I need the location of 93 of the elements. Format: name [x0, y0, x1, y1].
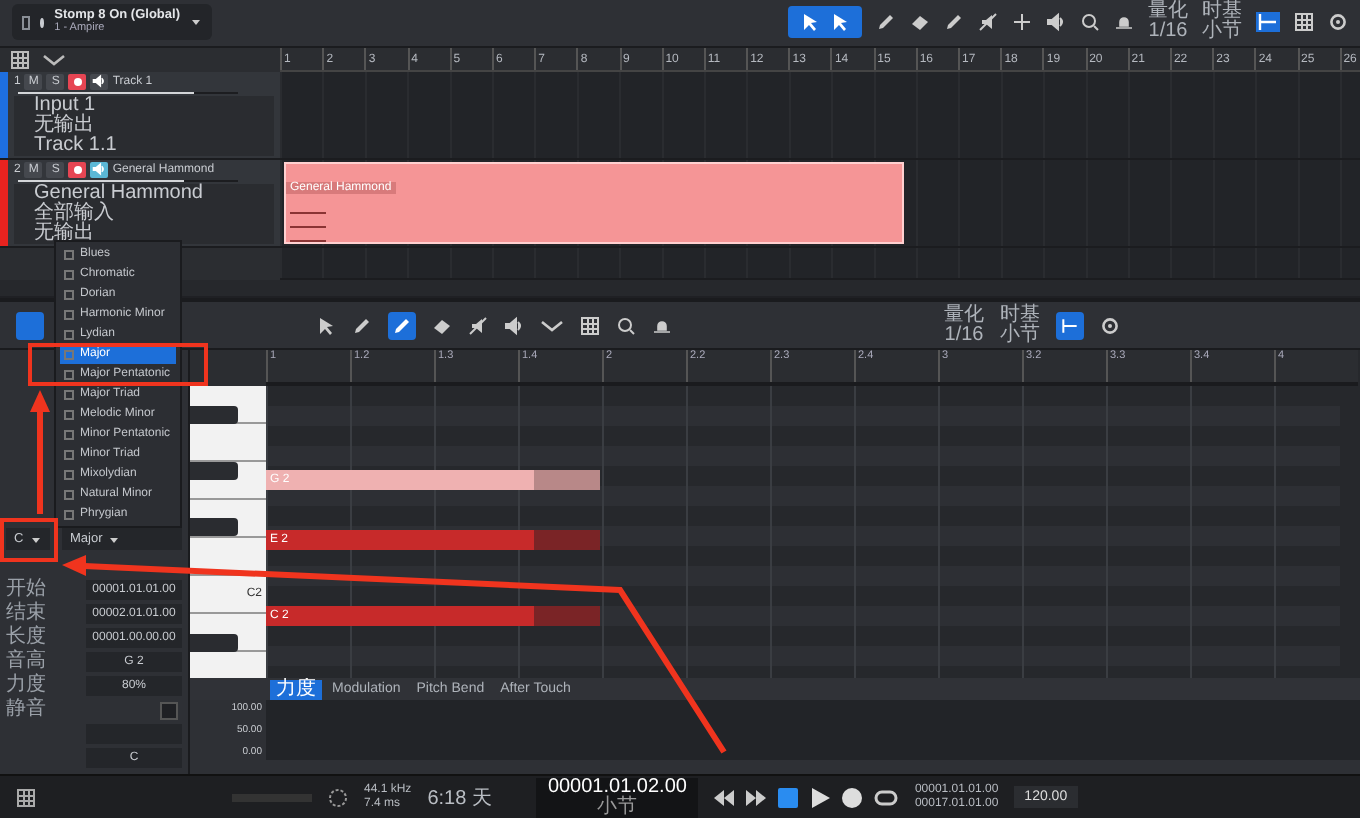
forward-icon[interactable]: [746, 789, 767, 806]
annotation-frame: [0, 518, 58, 562]
menu-check-box: [64, 509, 74, 519]
quantize-label: 量化: [944, 305, 984, 326]
note-mark: [290, 211, 326, 214]
vertical-scrollbar[interactable]: [1340, 386, 1360, 679]
eraser-icon[interactable]: [432, 315, 452, 336]
record-button[interactable]: [68, 161, 87, 178]
quantize-label: 量化: [1148, 2, 1188, 23]
loop-icon[interactable]: [874, 787, 899, 808]
timebase-value[interactable]: 小节: [1202, 22, 1242, 43]
menu-check-box: [64, 269, 74, 279]
menu-check-box: [64, 469, 74, 479]
editor-toggle-button[interactable]: [16, 311, 44, 340]
property-label: 结束: [6, 604, 48, 625]
bend-tool-icon[interactable]: [42, 49, 66, 70]
sharp-key[interactable]: [190, 462, 238, 481]
property-label: 开始: [6, 580, 48, 601]
grid-icon[interactable]: [580, 315, 600, 336]
stop-icon[interactable]: [778, 787, 799, 808]
record-dot-icon: [73, 165, 82, 174]
grid-icon[interactable]: [1294, 12, 1314, 33]
menu-check-box: [64, 449, 74, 459]
arrow-tool-icon[interactable]: [316, 315, 336, 336]
snap-icon[interactable]: [1056, 311, 1084, 340]
timebase-value[interactable]: 小节: [1000, 325, 1040, 346]
record-dot-icon: [73, 77, 82, 86]
menu-check-box: [64, 349, 74, 359]
arrow-tool-icon[interactable]: [830, 12, 850, 33]
caret-icon: [108, 533, 121, 546]
eraser-icon[interactable]: [910, 12, 930, 33]
pencil-icon[interactable]: [352, 315, 372, 336]
track-io-field[interactable]: Track 1.1: [14, 135, 274, 156]
menu-check-box: [64, 489, 74, 499]
settings-icon[interactable]: [1100, 315, 1120, 336]
arrow-tool-icon[interactable]: [800, 12, 820, 33]
annotation-arrow: [30, 390, 50, 514]
grid-icon[interactable]: [10, 49, 30, 70]
menu-check-box: [64, 429, 74, 439]
timebase-label: 时基: [1202, 2, 1242, 23]
menu-check-box: [64, 329, 74, 339]
rewind-icon[interactable]: [714, 789, 735, 806]
record-time: 6:18 天: [427, 785, 492, 812]
search-icon[interactable]: [1080, 12, 1100, 33]
grid-icon[interactable]: [16, 787, 36, 808]
record-icon[interactable]: [842, 787, 863, 808]
record-button[interactable]: [68, 73, 87, 90]
track-io-field[interactable]: General Hammond: [14, 183, 274, 204]
menu-check-box: [64, 249, 74, 259]
search-icon[interactable]: [616, 315, 636, 336]
quantize-value[interactable]: 1/16: [1148, 22, 1188, 43]
timebase-label: 时基: [1000, 305, 1040, 326]
quantize-value[interactable]: 1/16: [944, 325, 984, 346]
bend-tool-icon[interactable]: [540, 315, 564, 336]
menu-check-box: [64, 389, 74, 399]
menu-check-box: [64, 369, 74, 379]
sharp-key[interactable]: [190, 634, 238, 653]
listen-tool-icon[interactable]: [652, 315, 672, 336]
menu-check-box: [64, 289, 74, 299]
position-unit: 小节: [597, 797, 638, 818]
track-io-field[interactable]: 无输出: [14, 115, 274, 136]
mute-checkbox[interactable]: [160, 701, 178, 720]
property-label: 力度: [6, 676, 48, 697]
property-label: 长度: [6, 628, 48, 649]
dial-icon: [328, 787, 348, 808]
power-dot: [40, 17, 45, 28]
editor-scroll-bar[interactable]: [190, 760, 1360, 775]
pencil-icon[interactable]: [876, 12, 896, 33]
property-label: 音高: [6, 652, 48, 673]
note-mark: [290, 225, 326, 228]
position-value: 00001.01.02.00: [547, 777, 687, 798]
speaker-icon[interactable]: [504, 315, 524, 336]
track-io-field[interactable]: 全部输入: [14, 203, 274, 224]
speaker-icon[interactable]: [1046, 12, 1066, 33]
settings-icon[interactable]: [1328, 12, 1348, 33]
lane-tab[interactable]: 力度: [270, 679, 322, 700]
mute-tool-icon[interactable]: [978, 12, 998, 33]
listen-tool-icon[interactable]: [1114, 12, 1134, 33]
mute-tool-icon[interactable]: [468, 315, 488, 336]
pencil-icon[interactable]: [388, 311, 416, 340]
property-label: 静音: [6, 700, 48, 721]
pencil-icon[interactable]: [944, 12, 964, 33]
track-io-field[interactable]: Input 1: [14, 95, 274, 116]
snap-icon[interactable]: [1256, 12, 1280, 33]
split-tool-icon[interactable]: [1012, 12, 1032, 33]
menu-check-box: [64, 309, 74, 319]
play-icon[interactable]: [810, 787, 831, 808]
window-button[interactable]: [22, 15, 31, 30]
note-mark: [290, 239, 326, 242]
caret-icon: [29, 533, 42, 546]
menu-check-box: [64, 409, 74, 419]
sharp-key[interactable]: [190, 406, 238, 425]
caret-icon: [190, 16, 202, 29]
